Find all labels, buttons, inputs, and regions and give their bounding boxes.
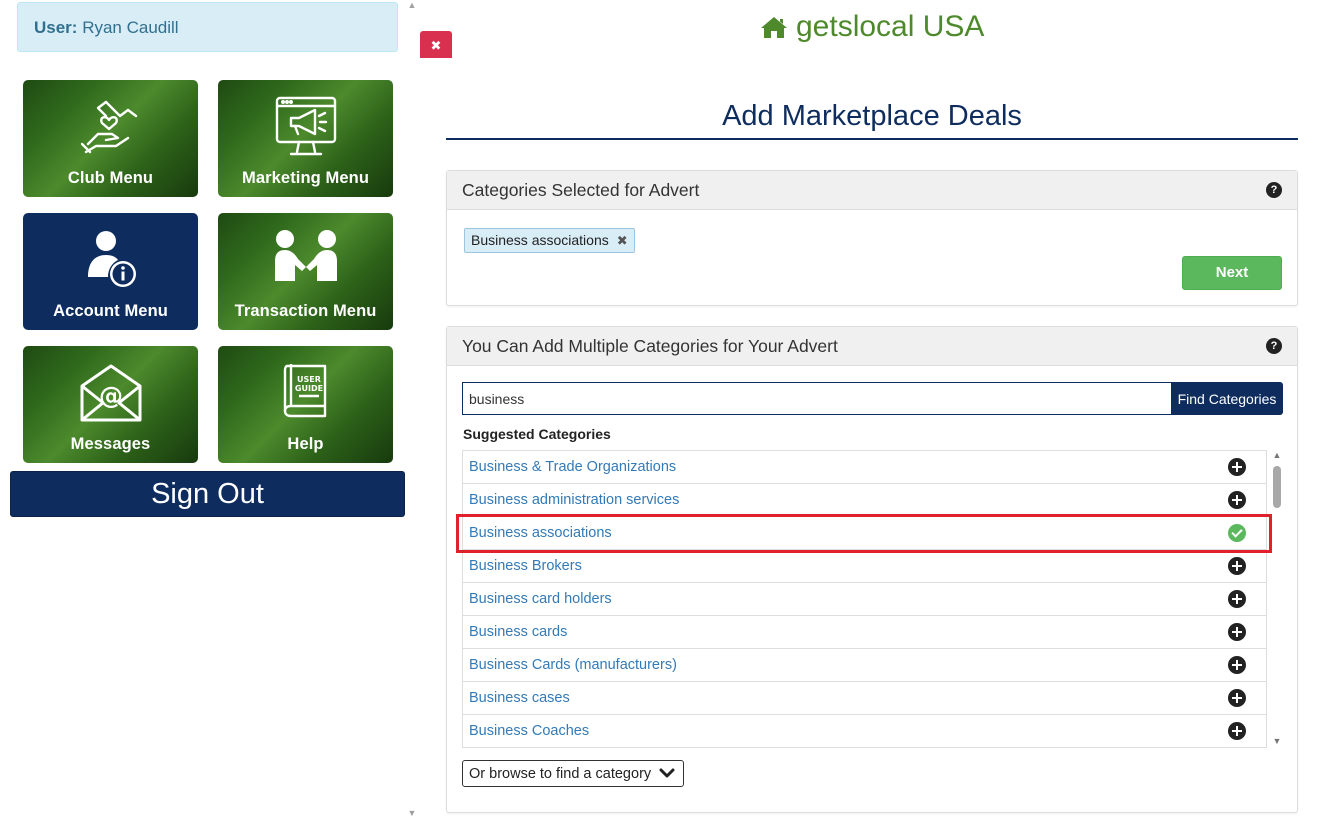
browse-category-dropdown[interactable]: Or browse to find a category (462, 760, 685, 787)
help-label: Help (287, 435, 324, 453)
chevron-down-icon (659, 768, 675, 778)
marketing-menu-tile[interactable]: Marketing Menu (218, 80, 393, 197)
category-item-label[interactable]: Business cases (469, 690, 570, 706)
category-item-label[interactable]: Business associations (469, 525, 612, 541)
category-item-label[interactable]: Business Coaches (469, 723, 589, 739)
category-list-item[interactable]: Business cards (463, 616, 1266, 649)
question-circle-icon[interactable]: ? (1266, 182, 1282, 198)
category-list-item[interactable]: Business administration services (463, 484, 1266, 517)
sign-out-button[interactable]: Sign Out (10, 471, 405, 517)
user-name: Ryan Caudill (82, 18, 179, 37)
category-search-input[interactable] (462, 382, 1171, 415)
page-scroll-up-icon[interactable]: ▲ (407, 0, 417, 10)
user-guide-text-2: GUIDE (294, 384, 322, 393)
selected-category-tag-label: Business associations (471, 232, 609, 248)
club-menu-tile[interactable]: Club Menu (23, 80, 198, 197)
add-categories-heading: You Can Add Multiple Categories for Your… (462, 335, 838, 356)
category-list-item[interactable]: Business Brokers (463, 550, 1266, 583)
plus-circle-icon[interactable] (1228, 590, 1246, 608)
next-button[interactable]: Next (1182, 256, 1282, 290)
envelope-at-icon: @ (80, 364, 141, 422)
list-scroll-up-icon[interactable]: ▲ (1272, 450, 1282, 460)
plus-circle-icon[interactable] (1228, 491, 1246, 509)
user-guide-book-icon: USER GUIDE (283, 364, 326, 418)
page-title: Add Marketplace Deals (722, 100, 1022, 132)
brand-header[interactable]: getslocal USA (760, 10, 984, 44)
user-guide-text-1: USER (297, 375, 321, 384)
find-categories-button[interactable]: Find Categories (1171, 382, 1283, 415)
svg-text:@: @ (99, 382, 123, 410)
list-scroll-down-icon[interactable]: ▼ (1272, 736, 1282, 746)
add-categories-panel: You Can Add Multiple Categories for Your… (446, 326, 1298, 813)
browse-category-label: Or browse to find a category (469, 765, 652, 782)
category-list-item[interactable]: Business & Trade Organizations (463, 451, 1266, 484)
question-circle-icon[interactable]: ? (1266, 338, 1282, 354)
suggested-categories-list-container: Business & Trade Organizations Business a… (462, 450, 1284, 748)
check-circle-icon[interactable] (1228, 524, 1246, 542)
suggested-categories-label: Suggested Categories (463, 426, 611, 442)
category-list-item[interactable]: Business card holders (463, 583, 1266, 616)
plus-circle-icon[interactable] (1228, 557, 1246, 575)
category-item-label[interactable]: Business Cards (manufacturers) (469, 657, 677, 673)
category-item-label[interactable]: Business administration services (469, 492, 679, 508)
selected-categories-panel: Categories Selected for Advert ? Busines… (446, 170, 1298, 306)
category-list-item[interactable]: Business Cards (manufacturers) (463, 649, 1266, 682)
selected-category-tag: Business associations ✖ (464, 228, 635, 253)
remove-tag-icon[interactable]: ✖ (617, 229, 628, 252)
suggested-categories-list: Business & Trade Organizations Business a… (462, 450, 1267, 748)
category-search-row: Find Categories (462, 382, 1283, 415)
brand-name: getslocal USA (796, 10, 985, 43)
transaction-menu-tile[interactable]: Transaction Menu (218, 213, 393, 330)
category-item-label[interactable]: Business & Trade Organizations (469, 459, 676, 475)
account-menu-tile[interactable]: Account Menu (23, 213, 198, 330)
marketing-menu-label: Marketing Menu (242, 169, 369, 187)
handshake-icon (274, 230, 337, 281)
category-list-item[interactable]: Business Coaches (463, 715, 1266, 748)
add-categories-header: You Can Add Multiple Categories for Your… (447, 327, 1297, 366)
plus-circle-icon[interactable] (1228, 722, 1246, 740)
selected-categories-header: Categories Selected for Advert ? (447, 171, 1297, 210)
plus-circle-icon[interactable] (1228, 689, 1246, 707)
plus-circle-icon[interactable] (1228, 623, 1246, 641)
category-list-item[interactable]: Business associations (463, 517, 1266, 550)
user-label: User: (34, 18, 78, 37)
messages-label: Messages (70, 435, 151, 453)
list-scroll-thumb[interactable] (1273, 466, 1281, 508)
category-item-label[interactable]: Business card holders (469, 591, 612, 607)
list-scrollbar[interactable]: ▲ ▼ (1271, 450, 1283, 748)
home-icon (761, 17, 787, 38)
messages-tile[interactable]: @ Messages (23, 346, 198, 463)
transaction-menu-label: Transaction Menu (234, 302, 377, 320)
plus-circle-icon[interactable] (1228, 458, 1246, 476)
category-item-label[interactable]: Business cards (469, 624, 567, 640)
help-tile[interactable]: USER GUIDE Help (218, 346, 393, 463)
page-scroll-down-icon[interactable]: ▼ (407, 808, 417, 818)
selected-categories-heading: Categories Selected for Advert (462, 179, 700, 200)
sidebar: User: Ryan Caudill Club Menu Marketing M… (0, 0, 418, 837)
close-sidebar-button[interactable]: ✖ (420, 31, 452, 58)
category-item-label[interactable]: Business Brokers (469, 558, 582, 574)
title-divider (446, 138, 1298, 140)
club-menu-label: Club Menu (67, 169, 154, 187)
hands-heart-icon (80, 100, 137, 154)
user-info-box: User: Ryan Caudill (17, 2, 398, 52)
category-list-item[interactable]: Business cases (463, 682, 1266, 715)
megaphone-monitor-icon (275, 96, 336, 156)
plus-circle-icon[interactable] (1228, 656, 1246, 674)
user-info-icon (87, 231, 136, 287)
account-menu-label: Account Menu (53, 302, 168, 320)
